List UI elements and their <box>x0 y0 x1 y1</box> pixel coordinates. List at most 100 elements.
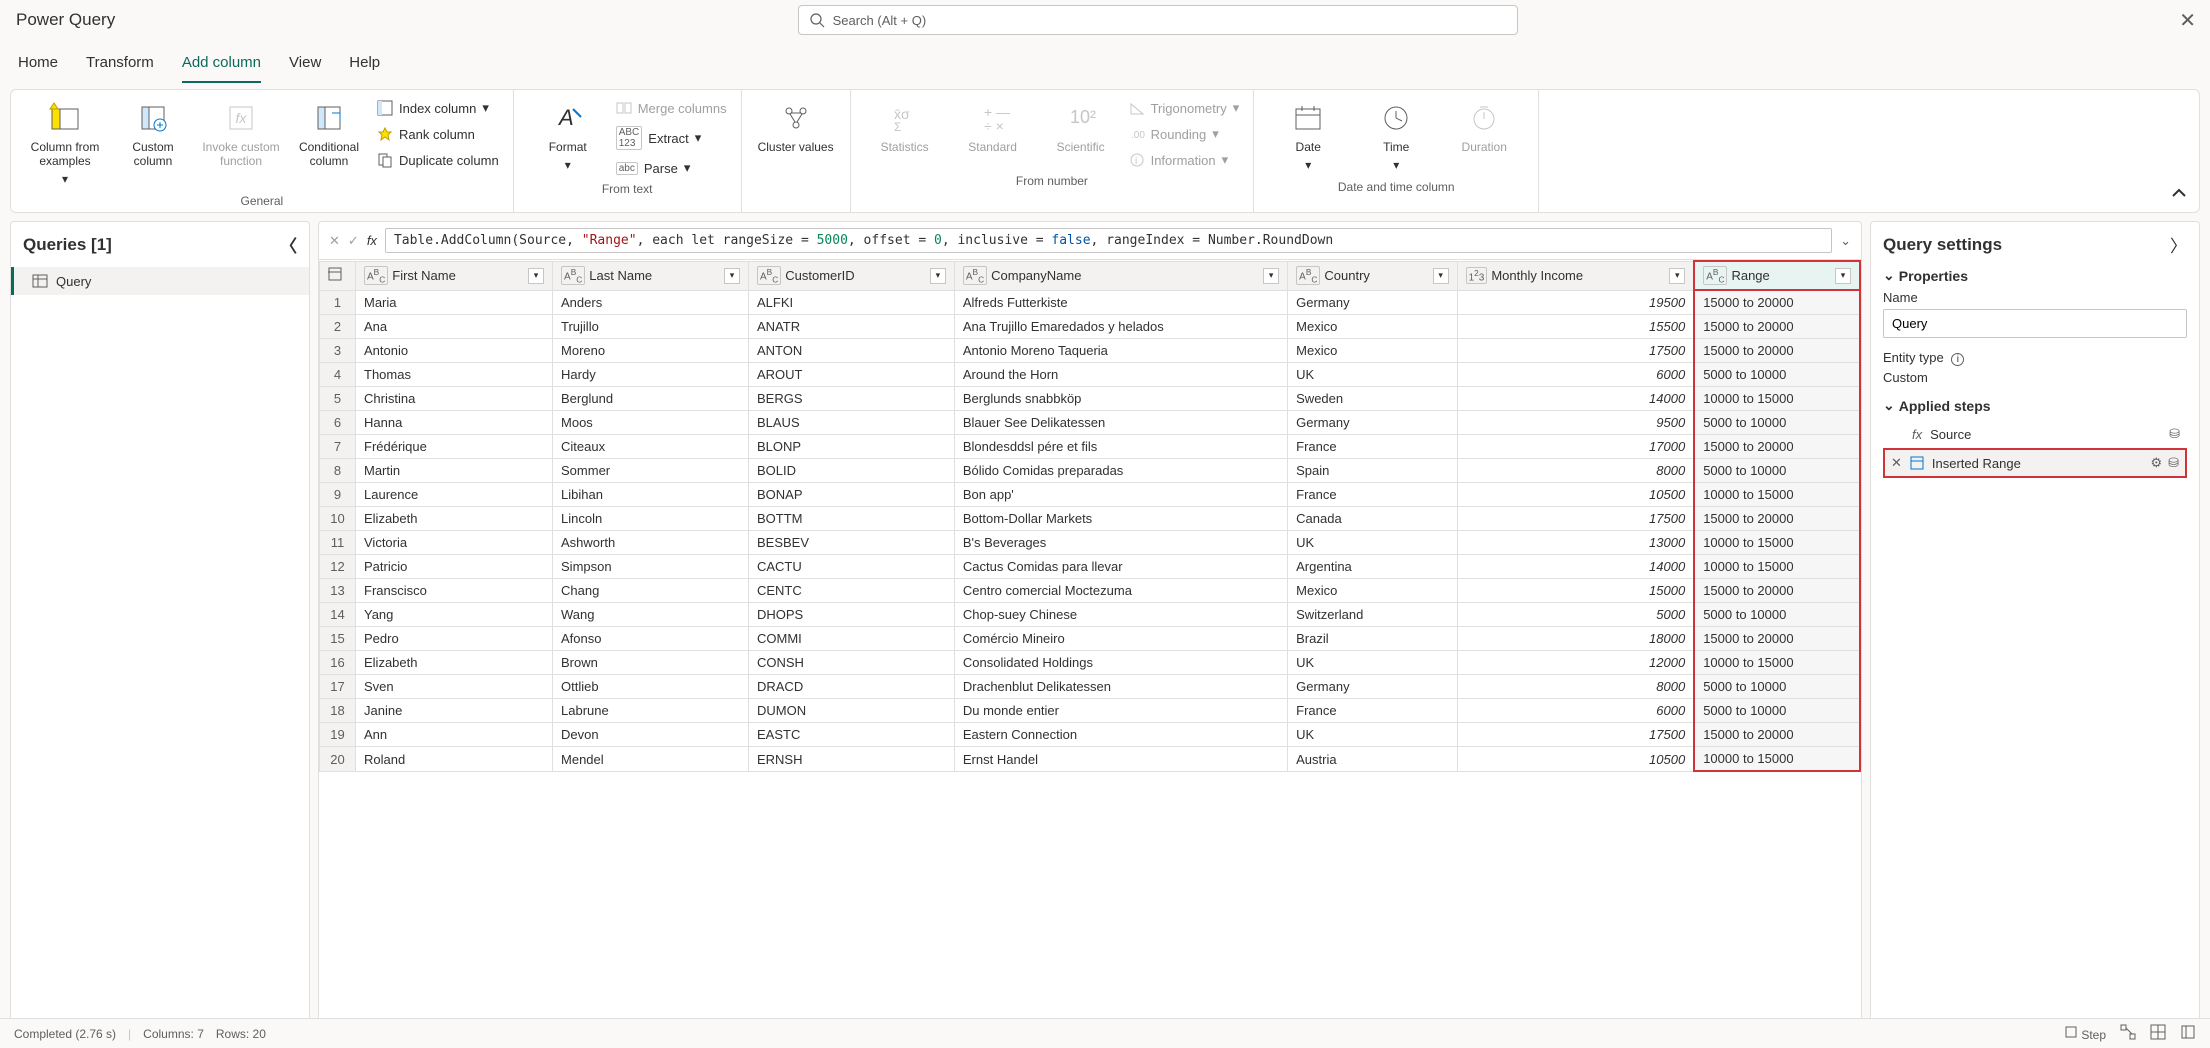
search-input[interactable]: Search (Alt + Q) <box>798 5 1518 35</box>
expand-settings-button[interactable]: 〉 <box>2170 232 2187 257</box>
table-row[interactable]: 6HannaMoosBLAUSBlauer See DelikatessenGe… <box>320 411 1861 435</box>
cell-range[interactable]: 10000 to 15000 <box>1694 747 1860 772</box>
row-number[interactable]: 12 <box>320 555 356 579</box>
cell-last-name[interactable]: Simpson <box>553 555 749 579</box>
properties-section[interactable]: ⌄ Properties <box>1883 267 2187 284</box>
column-header-last-name[interactable]: ABCLast Name▾ <box>553 261 749 290</box>
cell-first-name[interactable]: Patricio <box>356 555 553 579</box>
cell-range[interactable]: 15000 to 20000 <box>1694 507 1860 531</box>
type-icon[interactable]: ABC <box>561 266 585 285</box>
information-button[interactable]: i Information ▾ <box>1125 150 1244 170</box>
row-number[interactable]: 17 <box>320 675 356 699</box>
tab-add-column[interactable]: Add column <box>182 48 261 83</box>
row-number[interactable]: 14 <box>320 603 356 627</box>
table-row[interactable]: 7FrédériqueCiteauxBLONPBlondesddsl pére … <box>320 435 1861 459</box>
cell-last-name[interactable]: Ottlieb <box>553 675 749 699</box>
column-header-country[interactable]: ABCCountry▾ <box>1288 261 1457 290</box>
table-row[interactable]: 8MartinSommerBOLIDBólido Comidas prepara… <box>320 459 1861 483</box>
cell-last-name[interactable]: Afonso <box>553 627 749 651</box>
row-number[interactable]: 19 <box>320 723 356 747</box>
cluster-values-button[interactable]: Cluster values <box>752 96 840 158</box>
cell-country[interactable]: UK <box>1288 363 1457 387</box>
cell-first-name[interactable]: Martin <box>356 459 553 483</box>
table-row[interactable]: 5ChristinaBerglundBERGSBerglunds snabbkö… <box>320 387 1861 411</box>
cell-company-name[interactable]: Bon app' <box>954 483 1287 507</box>
select-all-corner[interactable] <box>320 261 356 290</box>
cell-last-name[interactable]: Labrune <box>553 699 749 723</box>
table-row[interactable]: 14YangWangDHOPSChop-suey ChineseSwitzerl… <box>320 603 1861 627</box>
filter-dropdown[interactable]: ▾ <box>1433 268 1449 284</box>
rank-column-button[interactable]: Rank column <box>373 124 503 144</box>
cell-country[interactable]: France <box>1288 435 1457 459</box>
cell-last-name[interactable]: Ashworth <box>553 531 749 555</box>
cell-monthly-income[interactable]: 17500 <box>1457 507 1694 531</box>
collapse-ribbon-button[interactable] <box>2169 183 2189 206</box>
cell-company-name[interactable]: Chop-suey Chinese <box>954 603 1287 627</box>
cell-first-name[interactable]: Laurence <box>356 483 553 507</box>
filter-dropdown[interactable]: ▾ <box>528 268 544 284</box>
column-header-customerid[interactable]: ABCCustomerID▾ <box>748 261 954 290</box>
cell-range[interactable]: 10000 to 15000 <box>1694 651 1860 675</box>
cell-company-name[interactable]: Eastern Connection <box>954 723 1287 747</box>
cell-customer-id[interactable]: ANTON <box>748 339 954 363</box>
column-header-first-name[interactable]: ABCFirst Name▾ <box>356 261 553 290</box>
cell-monthly-income[interactable]: 17000 <box>1457 435 1694 459</box>
cell-last-name[interactable]: Lincoln <box>553 507 749 531</box>
filter-dropdown[interactable]: ▾ <box>930 268 946 284</box>
query-name-input[interactable] <box>1883 309 2187 338</box>
row-number[interactable]: 2 <box>320 315 356 339</box>
cell-monthly-income[interactable]: 19500 <box>1457 290 1694 315</box>
cell-range[interactable]: 5000 to 10000 <box>1694 675 1860 699</box>
cell-company-name[interactable]: Ernst Handel <box>954 747 1287 772</box>
row-number[interactable]: 4 <box>320 363 356 387</box>
cell-last-name[interactable]: Moos <box>553 411 749 435</box>
row-number[interactable]: 11 <box>320 531 356 555</box>
cell-company-name[interactable]: Blondesddsl pére et fils <box>954 435 1287 459</box>
cell-company-name[interactable]: Antonio Moreno Taqueria <box>954 339 1287 363</box>
cell-customer-id[interactable]: COMMI <box>748 627 954 651</box>
cell-company-name[interactable]: Berglunds snabbköp <box>954 387 1287 411</box>
cell-company-name[interactable]: Cactus Comidas para llevar <box>954 555 1287 579</box>
cell-company-name[interactable]: Centro comercial Moctezuma <box>954 579 1287 603</box>
index-column-button[interactable]: Index column ▾ <box>373 98 503 118</box>
cell-last-name[interactable]: Citeaux <box>553 435 749 459</box>
cell-last-name[interactable]: Libihan <box>553 483 749 507</box>
table-row[interactable]: 16ElizabethBrownCONSHConsolidated Holdin… <box>320 651 1861 675</box>
parse-button[interactable]: abc Parse ▾ <box>612 158 731 178</box>
row-number[interactable]: 10 <box>320 507 356 531</box>
invoke-custom-function-button[interactable]: fx Invoke custom function <box>197 96 285 172</box>
step-db-icon[interactable]: ⛁ <box>2168 455 2179 471</box>
row-number[interactable]: 8 <box>320 459 356 483</box>
cell-customer-id[interactable]: CACTU <box>748 555 954 579</box>
row-number[interactable]: 15 <box>320 627 356 651</box>
gear-icon[interactable]: ⚙ <box>2150 455 2162 471</box>
custom-column-button[interactable]: Custom column <box>109 96 197 172</box>
table-row[interactable]: 12PatricioSimpsonCACTUCactus Comidas par… <box>320 555 1861 579</box>
cell-company-name[interactable]: B's Beverages <box>954 531 1287 555</box>
extract-button[interactable]: ABC123 Extract ▾ <box>612 124 731 152</box>
cell-country[interactable]: Brazil <box>1288 627 1457 651</box>
row-number[interactable]: 18 <box>320 699 356 723</box>
row-number[interactable]: 1 <box>320 290 356 315</box>
standard-button[interactable]: + —÷ × Standard <box>949 96 1037 158</box>
row-number[interactable]: 6 <box>320 411 356 435</box>
cell-country[interactable]: UK <box>1288 723 1457 747</box>
cell-first-name[interactable]: Yang <box>356 603 553 627</box>
cell-range[interactable]: 15000 to 20000 <box>1694 435 1860 459</box>
row-number[interactable]: 16 <box>320 651 356 675</box>
cell-customer-id[interactable]: EASTC <box>748 723 954 747</box>
merge-columns-button[interactable]: Merge columns <box>612 98 731 118</box>
cell-country[interactable]: Mexico <box>1288 339 1457 363</box>
cell-country[interactable]: France <box>1288 699 1457 723</box>
cell-customer-id[interactable]: DUMON <box>748 699 954 723</box>
cell-monthly-income[interactable]: 10500 <box>1457 483 1694 507</box>
cell-last-name[interactable]: Moreno <box>553 339 749 363</box>
cell-first-name[interactable]: Sven <box>356 675 553 699</box>
cell-first-name[interactable]: Christina <box>356 387 553 411</box>
cell-last-name[interactable]: Trujillo <box>553 315 749 339</box>
filter-dropdown[interactable]: ▾ <box>1263 268 1279 284</box>
cell-range[interactable]: 15000 to 20000 <box>1694 315 1860 339</box>
cell-customer-id[interactable]: DHOPS <box>748 603 954 627</box>
step-source[interactable]: fx Source ⛁ <box>1883 420 2187 448</box>
type-icon[interactable]: ABC <box>364 266 388 285</box>
